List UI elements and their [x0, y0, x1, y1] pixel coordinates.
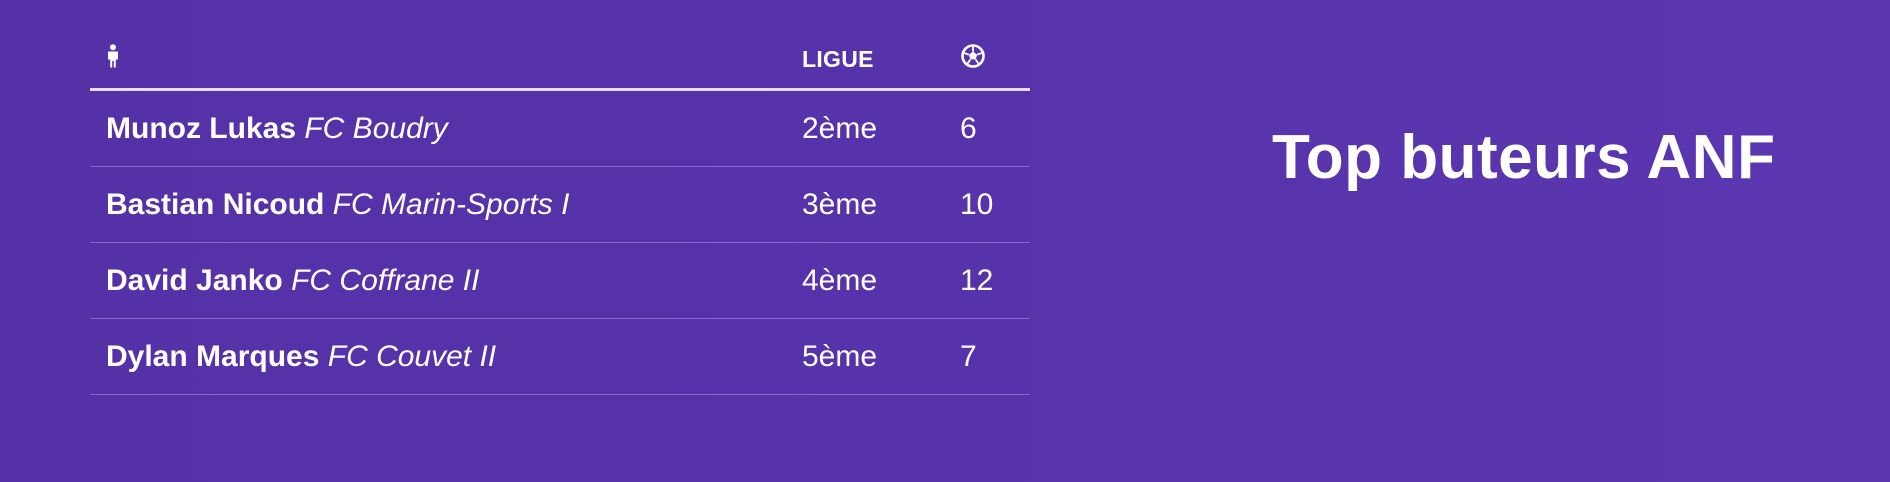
goals-cell: 10 — [960, 166, 1030, 243]
table-row: Bastian Nicoud FC Marin-Sports I 3ème 10 — [90, 166, 1030, 243]
scorers-table: LIGUE Munoz Lukas FC Boudry 2ème 6 Basti… — [90, 30, 1030, 395]
player-name: Dylan Marques — [106, 339, 320, 373]
header-row: LIGUE — [90, 30, 1030, 91]
goals-cell: 12 — [960, 242, 1030, 319]
header-league: LIGUE — [802, 30, 960, 91]
league-cell: 5ème — [802, 318, 960, 395]
table-row: Munoz Lukas FC Boudry 2ème 6 — [90, 89, 1030, 167]
player-name: David Janko — [106, 263, 283, 297]
person-icon — [106, 44, 120, 74]
player-name: Bastian Nicoud — [106, 187, 325, 221]
team-name: FC Coffrane II — [291, 263, 480, 297]
player-cell: Dylan Marques FC Couvet II — [90, 318, 802, 395]
team-name: FC Couvet II — [327, 339, 497, 373]
league-cell: 2ème — [802, 89, 960, 167]
league-cell: 4ème — [802, 242, 960, 319]
header-goals — [960, 30, 1030, 91]
player-cell: Bastian Nicoud FC Marin-Sports I — [90, 166, 802, 243]
header-player — [90, 30, 802, 91]
league-cell: 3ème — [802, 166, 960, 243]
table-body: Munoz Lukas FC Boudry 2ème 6 Bastian Nic… — [90, 89, 1030, 395]
player-cell: Munoz Lukas FC Boudry — [90, 89, 802, 167]
team-name: FC Marin-Sports I — [332, 187, 570, 221]
table-header: LIGUE — [90, 30, 1030, 91]
table-row: Dylan Marques FC Couvet II 5ème 7 — [90, 318, 1030, 395]
player-name: Munoz Lukas — [106, 111, 297, 145]
soccer-ball-icon — [960, 43, 986, 75]
table-row: David Janko FC Coffrane II 4ème 12 — [90, 242, 1030, 319]
team-name: FC Boudry — [304, 111, 448, 145]
player-cell: David Janko FC Coffrane II — [90, 242, 802, 319]
page-title: Top buteurs ANF — [1272, 123, 1776, 192]
goals-cell: 7 — [960, 318, 1030, 395]
goals-cell: 6 — [960, 89, 1030, 167]
scorers-table-container: LIGUE Munoz Lukas FC Boudry 2ème 6 Basti… — [90, 30, 1030, 395]
